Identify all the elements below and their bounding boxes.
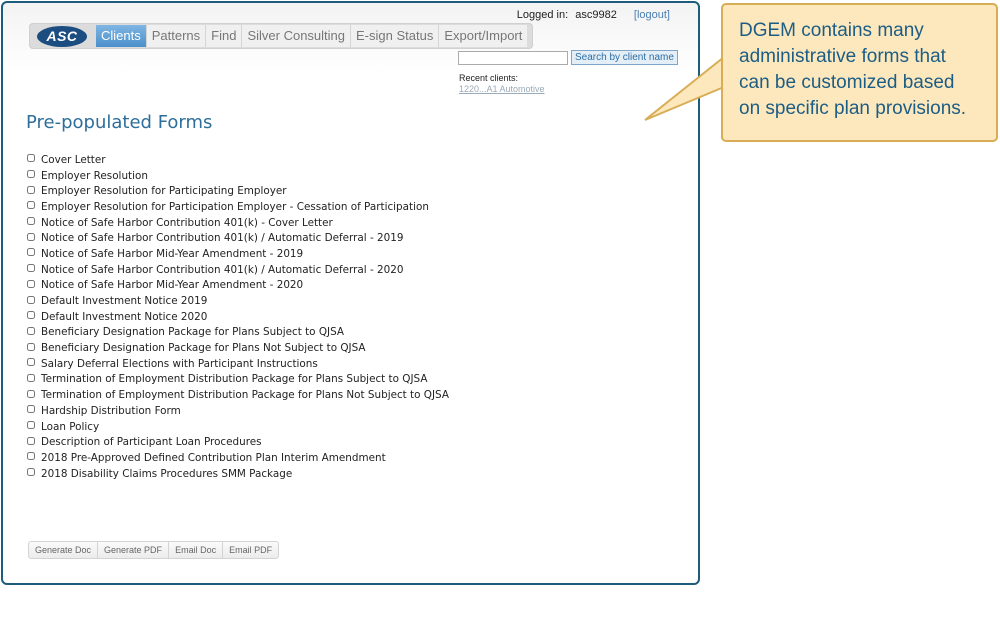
form-checkbox[interactable] xyxy=(27,342,35,351)
form-checkbox[interactable] xyxy=(27,170,35,179)
tab-patterns[interactable]: Patterns xyxy=(146,25,207,47)
form-list-item: Description of Participant Loan Procedur… xyxy=(27,434,449,450)
recent-clients-label: Recent clients: xyxy=(459,73,519,83)
form-label[interactable]: Cover Letter xyxy=(41,154,106,166)
form-label[interactable]: Notice of Safe Harbor Contribution 401(k… xyxy=(41,217,333,229)
form-list-item: 2018 Disability Claims Procedures SMM Pa… xyxy=(27,466,449,482)
form-checkbox[interactable] xyxy=(27,295,35,304)
tab-silver-consulting[interactable]: Silver Consulting xyxy=(242,25,352,47)
asc-logo[interactable]: ASC xyxy=(37,25,87,47)
email-doc-button[interactable]: Email Doc xyxy=(169,542,224,558)
form-list-item: Notice of Safe Harbor Mid-Year Amendment… xyxy=(27,246,449,262)
form-list-item: Default Investment Notice 2019 xyxy=(27,293,449,309)
callout-pointer xyxy=(644,54,725,121)
callout-annotation: DGEM contains many administrative forms … xyxy=(721,3,998,142)
form-label[interactable]: Termination of Employment Distribution P… xyxy=(41,373,427,385)
form-list-item: Hardship Distribution Form xyxy=(27,403,449,419)
logout-link[interactable]: [logout] xyxy=(634,9,670,21)
form-list-item: Termination of Employment Distribution P… xyxy=(27,387,449,403)
form-label[interactable]: Beneficiary Designation Package for Plan… xyxy=(41,326,344,338)
form-checkbox[interactable] xyxy=(27,185,35,194)
form-checkbox[interactable] xyxy=(27,217,35,226)
form-label[interactable]: Hardship Distribution Form xyxy=(41,405,181,417)
main-nav: ASC Clients Patterns Find Silver Consult… xyxy=(29,23,534,49)
username: asc9982 xyxy=(575,9,617,21)
form-checkbox[interactable] xyxy=(27,232,35,241)
form-checkbox[interactable] xyxy=(27,326,35,335)
form-list-item: Notice of Safe Harbor Contribution 401(k… xyxy=(27,262,449,278)
recent-client-link[interactable]: 1220...A1 Automotive xyxy=(459,84,545,94)
form-label[interactable]: Employer Resolution for Participation Em… xyxy=(41,201,429,213)
form-checkbox[interactable] xyxy=(27,264,35,273)
form-list-item: Notice of Safe Harbor Mid-Year Amendment… xyxy=(27,278,449,294)
form-label[interactable]: Default Investment Notice 2020 xyxy=(41,311,207,323)
form-checkbox[interactable] xyxy=(27,358,35,367)
login-status: Logged in: asc9982 [logout] xyxy=(517,9,670,21)
email-pdf-button[interactable]: Email PDF xyxy=(223,542,278,558)
form-checkbox[interactable] xyxy=(27,279,35,288)
form-checkbox[interactable] xyxy=(27,248,35,257)
form-checkbox[interactable] xyxy=(27,389,35,398)
logged-in-label: Logged in: xyxy=(516,9,569,21)
form-checkbox[interactable] xyxy=(27,373,35,382)
form-checkbox[interactable] xyxy=(27,436,35,445)
form-list-item: Notice of Safe Harbor Contribution 401(k… xyxy=(27,215,449,231)
form-checkbox[interactable] xyxy=(27,154,35,163)
form-label[interactable]: Beneficiary Designation Package for Plan… xyxy=(41,342,366,354)
form-label[interactable]: Salary Deferral Elections with Participa… xyxy=(41,358,318,370)
form-checkbox[interactable] xyxy=(27,405,35,414)
form-label[interactable]: 2018 Disability Claims Procedures SMM Pa… xyxy=(41,468,292,480)
form-label[interactable]: Description of Participant Loan Procedur… xyxy=(41,436,262,448)
form-label[interactable]: Loan Policy xyxy=(41,421,99,433)
form-list-item: Cover Letter xyxy=(27,152,449,168)
client-search-input[interactable] xyxy=(458,51,568,65)
callout-text: DGEM contains many administrative forms … xyxy=(739,20,967,119)
form-label[interactable]: Termination of Employment Distribution P… xyxy=(41,389,449,401)
form-list-item: Employer Resolution for Participating Em… xyxy=(27,183,449,199)
generate-doc-button[interactable]: Generate Doc xyxy=(29,542,99,558)
form-list-item: Beneficiary Designation Package for Plan… xyxy=(27,325,449,341)
form-list-item: Notice of Safe Harbor Contribution 401(k… xyxy=(27,230,449,246)
form-label[interactable]: Employer Resolution for Participating Em… xyxy=(41,185,287,197)
form-label[interactable]: Notice of Safe Harbor Mid-Year Amendment… xyxy=(41,279,303,291)
form-label[interactable]: Employer Resolution xyxy=(41,170,148,182)
form-checkbox[interactable] xyxy=(27,421,35,430)
tab-clients[interactable]: Clients xyxy=(96,25,147,47)
form-checkbox[interactable] xyxy=(27,468,35,477)
form-list-item: 2018 Pre-Approved Defined Contribution P… xyxy=(27,450,449,466)
form-label[interactable]: Notice of Safe Harbor Contribution 401(k… xyxy=(41,232,403,244)
tab-export-import[interactable]: Export/Import xyxy=(439,25,528,47)
form-list-item: Employer Resolution for Participation Em… xyxy=(27,199,449,215)
form-label[interactable]: Default Investment Notice 2019 xyxy=(41,295,207,307)
forms-list: Cover Letter Employer Resolution Employer … xyxy=(27,152,449,481)
form-label[interactable]: 2018 Pre-Approved Defined Contribution P… xyxy=(41,452,386,464)
form-list-item: Default Investment Notice 2020 xyxy=(27,309,449,325)
form-list-item: Beneficiary Designation Package for Plan… xyxy=(27,340,449,356)
form-list-item: Employer Resolution xyxy=(27,168,449,184)
tab-find[interactable]: Find xyxy=(206,25,243,47)
action-button-group: Generate Doc Generate PDF Email Doc Emai… xyxy=(28,541,280,559)
form-checkbox[interactable] xyxy=(27,201,35,210)
form-checkbox[interactable] xyxy=(27,452,35,461)
page-title: Pre-populated Forms xyxy=(26,112,213,133)
tab-esign-status[interactable]: E-sign Status xyxy=(351,25,440,47)
form-label[interactable]: Notice of Safe Harbor Mid-Year Amendment… xyxy=(41,248,303,260)
form-list-item: Loan Policy xyxy=(27,419,449,435)
generate-pdf-button[interactable]: Generate PDF xyxy=(98,542,170,558)
form-list-item: Termination of Employment Distribution P… xyxy=(27,372,449,388)
form-checkbox[interactable] xyxy=(27,311,35,320)
form-label[interactable]: Notice of Safe Harbor Contribution 401(k… xyxy=(41,264,403,276)
form-list-item: Salary Deferral Elections with Participa… xyxy=(27,356,449,372)
